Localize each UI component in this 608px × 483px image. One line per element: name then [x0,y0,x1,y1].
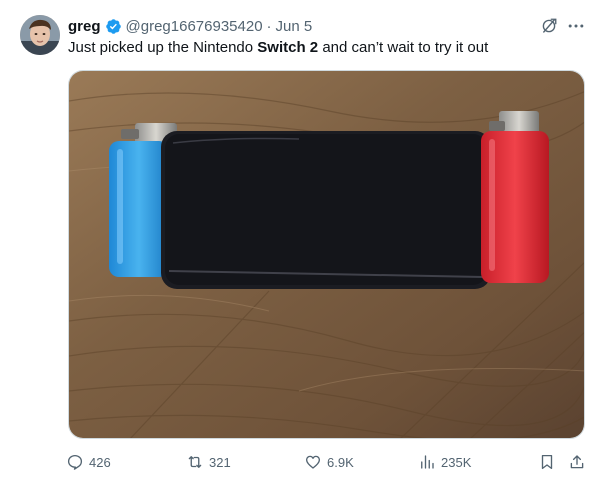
reply-button[interactable]: 426 [66,452,111,472]
more-icon[interactable] [566,16,586,36]
repost-count: 321 [209,454,231,470]
reply-icon [67,454,83,470]
tweet-text-part: Just picked up the Nintendo [68,39,258,56]
repost-button[interactable]: 321 [186,452,231,472]
views-count: 235K [441,454,472,470]
share-icon [570,455,584,469]
like-icon [305,455,321,469]
action-bar: 426 321 6.9K 235K [66,452,590,472]
share-button[interactable] [568,452,586,472]
verified-badge-icon[interactable] [105,18,122,35]
views-button[interactable]: 235K [418,452,471,472]
reply-count: 426 [89,454,111,470]
user-handle[interactable]: @greg16676935420 [126,18,263,35]
tweet-text-bold: Switch 2 [257,39,319,56]
repost-icon [188,456,202,468]
tweet-photo[interactable] [68,70,585,439]
tweet-text-part-end: and can’t wait to try it out [318,39,489,56]
photo-lighters-and-device [69,71,584,438]
tweet-date[interactable]: Jun 5 [276,18,313,35]
display-name[interactable]: greg [68,18,101,35]
grok-icon[interactable] [540,17,558,35]
separator-dot: · [266,17,272,35]
tweet-text: Just picked up the Nintendo Switch 2 and… [68,38,488,58]
like-count: 6.9K [327,454,354,470]
views-icon [421,455,434,469]
avatar-photo [20,15,60,55]
tweet-header: greg @greg16676935420 · Jun 5 [68,16,312,36]
avatar[interactable] [20,15,60,55]
bookmark-icon [541,454,553,470]
like-button[interactable]: 6.9K [304,452,354,472]
bookmark-button[interactable] [538,452,556,472]
